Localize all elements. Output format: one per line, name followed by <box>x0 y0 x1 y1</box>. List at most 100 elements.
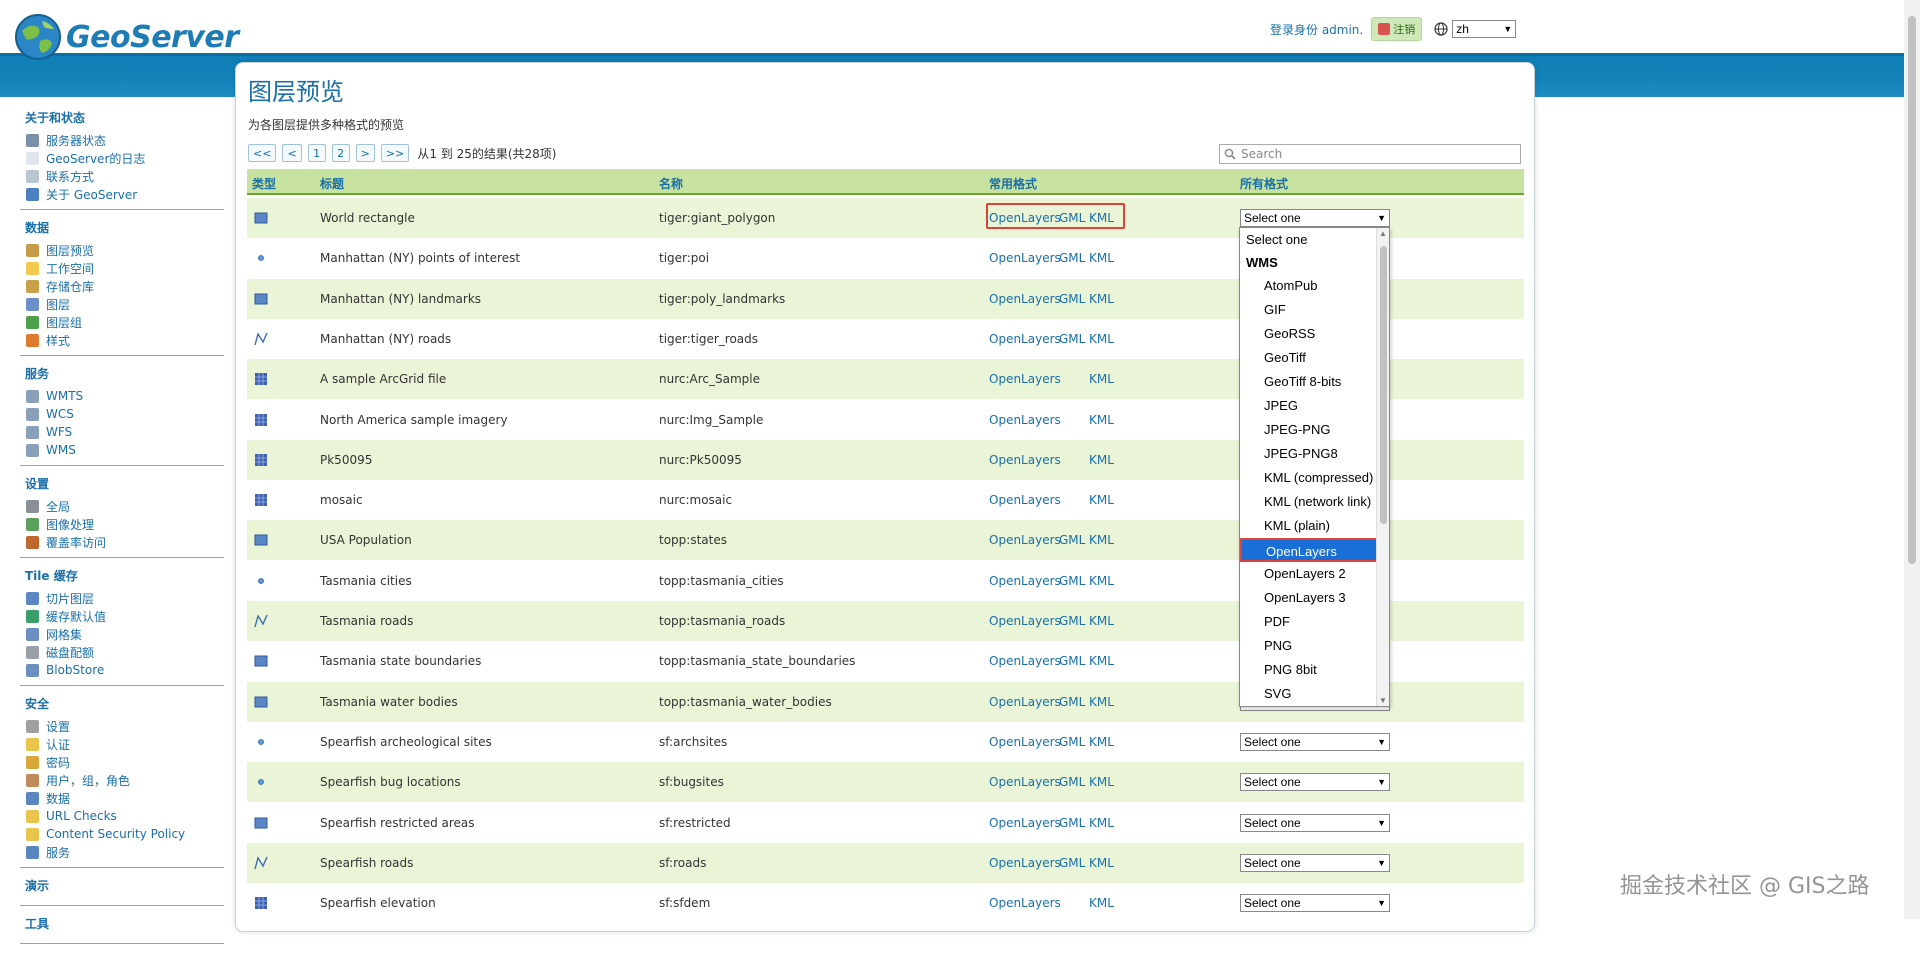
dropdown-option-selected[interactable]: OpenLayers <box>1240 538 1386 562</box>
dropdown-option[interactable]: KML (network link) <box>1240 490 1389 514</box>
sidebar-item[interactable]: 服务 <box>20 843 224 861</box>
sidebar-item[interactable]: 工作空间 <box>20 259 224 277</box>
search-input[interactable]: Search <box>1219 144 1521 164</box>
all-formats-select[interactable]: Select one ▼ <box>1240 814 1390 832</box>
kml-link[interactable]: KML <box>1089 695 1114 709</box>
gml-link[interactable]: GML <box>1059 735 1089 749</box>
first-page-button[interactable]: << <box>248 144 277 162</box>
kml-link[interactable]: KML <box>1089 292 1114 306</box>
sidebar-item[interactable]: 图像处理 <box>20 515 224 533</box>
kml-link[interactable]: KML <box>1089 251 1114 265</box>
dropdown-option[interactable]: AtomPub <box>1240 274 1389 298</box>
openlayers-link[interactable]: OpenLayers <box>989 695 1061 709</box>
col-name[interactable]: 名称 <box>659 175 683 192</box>
sidebar-item[interactable]: 缓存默认值 <box>20 607 224 625</box>
format-dropdown-list[interactable]: Select one WMS AtomPub GIF GeoRSS GeoTiff GeoT… <box>1239 227 1390 707</box>
sidebar-item[interactable]: 图层预览 <box>20 241 224 259</box>
sidebar-item[interactable]: WFS <box>20 423 224 441</box>
sidebar-item[interactable]: 关于 GeoServer <box>20 185 224 203</box>
gml-link[interactable]: GML <box>1059 533 1089 547</box>
page-1-button[interactable]: 1 <box>307 144 326 162</box>
kml-link[interactable]: KML <box>1089 816 1114 830</box>
dropdown-option[interactable]: PNG <box>1240 634 1389 658</box>
page-scroll-thumb[interactable] <box>1908 16 1916 564</box>
dropdown-option[interactable]: GeoTiff 8-bits <box>1240 370 1389 394</box>
prev-page-button[interactable]: < <box>282 144 302 162</box>
all-formats-select[interactable]: Select one ▼ <box>1240 854 1390 872</box>
openlayers-link[interactable]: OpenLayers <box>989 654 1061 668</box>
gml-link[interactable]: GML <box>1059 775 1089 789</box>
sidebar-item[interactable]: 用户，组，角色 <box>20 771 224 789</box>
sidebar-item[interactable]: BlobStore <box>20 661 224 679</box>
gml-link[interactable]: GML <box>1059 856 1089 870</box>
openlayers-link[interactable]: OpenLayers <box>989 574 1061 588</box>
sidebar-item[interactable]: URL Checks <box>20 807 224 825</box>
dropdown-option[interactable]: SVG <box>1240 682 1389 706</box>
dropdown-option[interactable]: OpenLayers 2 <box>1240 562 1389 586</box>
all-formats-select[interactable]: Select one ▼ <box>1240 773 1390 791</box>
sidebar-item[interactable]: 数据 <box>20 789 224 807</box>
dropdown-option[interactable]: JPEG-PNG <box>1240 418 1389 442</box>
gml-link[interactable]: GML <box>1059 292 1089 306</box>
openlayers-link[interactable]: OpenLayers <box>989 735 1061 749</box>
col-title[interactable]: 标题 <box>320 175 344 192</box>
sidebar-item[interactable]: 磁盘配额 <box>20 643 224 661</box>
logout-button[interactable]: 注销 <box>1371 17 1423 41</box>
openlayers-link[interactable]: OpenLayers <box>989 332 1061 346</box>
sidebar-item[interactable]: 图层组 <box>20 313 224 331</box>
sidebar-item[interactable]: 设置 <box>20 717 224 735</box>
openlayers-link[interactable]: OpenLayers <box>989 453 1061 467</box>
dropdown-option[interactable]: JPEG <box>1240 394 1389 418</box>
page-scrollbar[interactable] <box>1904 0 1920 919</box>
dropdown-option[interactable]: PNG 8bit <box>1240 658 1389 682</box>
page-2-button[interactable]: 2 <box>331 144 350 162</box>
dropdown-scrollbar[interactable]: ▲ ▼ <box>1376 228 1389 706</box>
all-formats-select[interactable]: Select one ▼ <box>1240 209 1390 227</box>
openlayers-link[interactable]: OpenLayers <box>989 775 1061 789</box>
openlayers-link[interactable]: OpenLayers <box>989 493 1061 507</box>
col-type[interactable]: 类型 <box>252 175 276 192</box>
sidebar-item[interactable]: 样式 <box>20 331 224 349</box>
kml-link[interactable]: KML <box>1089 413 1114 427</box>
kml-link[interactable]: KML <box>1089 372 1114 386</box>
openlayers-link[interactable]: OpenLayers <box>989 292 1061 306</box>
kml-link[interactable]: KML <box>1089 614 1114 628</box>
openlayers-link[interactable]: OpenLayers <box>989 614 1061 628</box>
gml-link[interactable]: GML <box>1059 251 1089 265</box>
all-formats-select[interactable]: Select one ▼ <box>1240 733 1390 751</box>
dropdown-option[interactable]: GeoRSS <box>1240 322 1389 346</box>
gml-link[interactable]: GML <box>1059 332 1089 346</box>
gml-link[interactable]: GML <box>1059 654 1089 668</box>
dropdown-option[interactable]: PDF <box>1240 610 1389 634</box>
sidebar-item[interactable]: WMS <box>20 441 224 459</box>
openlayers-link[interactable]: OpenLayers <box>989 372 1061 386</box>
openlayers-link[interactable]: OpenLayers <box>989 816 1061 830</box>
dropdown-option[interactable]: KML (plain) <box>1240 514 1389 538</box>
openlayers-link[interactable]: OpenLayers <box>989 856 1061 870</box>
openlayers-link[interactable]: OpenLayers <box>989 896 1061 910</box>
sidebar-item[interactable]: WCS <box>20 405 224 423</box>
gml-link[interactable]: GML <box>1059 816 1089 830</box>
gml-link[interactable]: GML <box>1059 695 1089 709</box>
geoserver-logo[interactable]: GeoServer <box>12 11 239 63</box>
kml-link[interactable]: KML <box>1089 493 1114 507</box>
openlayers-link[interactable]: OpenLayers <box>989 533 1061 547</box>
kml-link[interactable]: KML <box>1089 533 1114 547</box>
openlayers-link[interactable]: OpenLayers <box>989 251 1061 265</box>
sidebar-item[interactable]: 全局 <box>20 497 224 515</box>
sidebar-item[interactable]: 覆盖率访问 <box>20 533 224 551</box>
sidebar-item[interactable]: 密码 <box>20 753 224 771</box>
all-formats-select[interactable]: Select one ▼ <box>1240 894 1390 912</box>
gml-link[interactable]: GML <box>1059 614 1089 628</box>
sidebar-item[interactable]: 认证 <box>20 735 224 753</box>
dropdown-option[interactable]: KML (compressed) <box>1240 466 1389 490</box>
dropdown-option[interactable]: OpenLayers 3 <box>1240 586 1389 610</box>
kml-link[interactable]: KML <box>1089 896 1114 910</box>
kml-link[interactable]: KML <box>1089 735 1114 749</box>
kml-link[interactable]: KML <box>1089 574 1114 588</box>
sidebar-item[interactable]: 联系方式 <box>20 167 224 185</box>
sidebar-item[interactable]: 存储仓库 <box>20 277 224 295</box>
dropdown-option[interactable]: Select one <box>1240 228 1389 252</box>
sidebar-item[interactable]: 网格集 <box>20 625 224 643</box>
sidebar-item[interactable]: 图层 <box>20 295 224 313</box>
